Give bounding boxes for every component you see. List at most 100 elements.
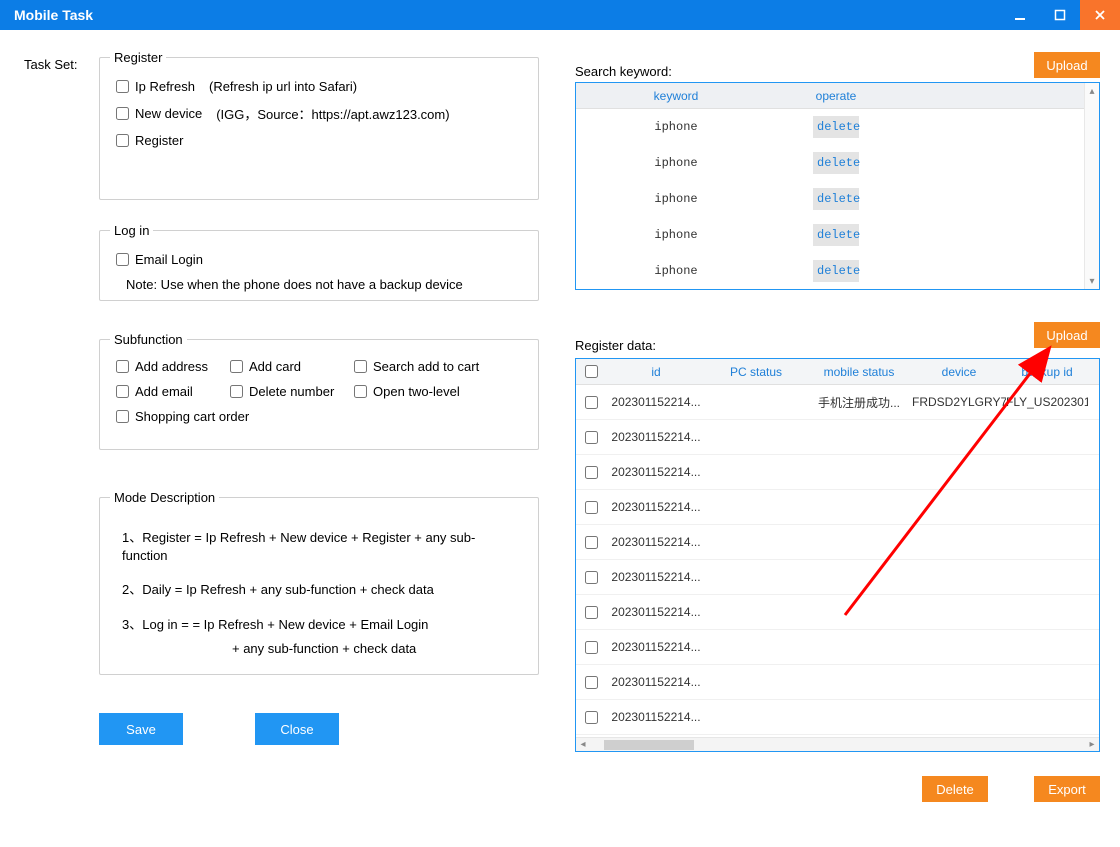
keyword-scrollbar[interactable]: ▴ ▾ <box>1084 83 1099 289</box>
row-checkbox[interactable] <box>585 501 598 514</box>
keyword-cell: iphone <box>576 228 776 242</box>
register-row: 202301152214...手机注册成功...FRDSD2YLGRY7FLY_… <box>576 385 1099 420</box>
window-title: Mobile Task <box>14 7 93 23</box>
keyword-row: iphone delete <box>576 109 1099 145</box>
mode-line-2: 2、Daily = Ip Refresh + any sub-function … <box>122 581 520 599</box>
search-add-to-cart-label: Search add to cart <box>373 359 479 374</box>
ip-refresh-checkbox[interactable] <box>116 80 129 93</box>
col-operate[interactable]: operate <box>776 83 896 108</box>
add-address-label: Add address <box>135 359 208 374</box>
col-keyword[interactable]: keyword <box>576 83 776 108</box>
col-device[interactable]: device <box>912 365 1006 379</box>
delete-number-label: Delete number <box>249 384 334 399</box>
close-button[interactable]: Close <box>255 713 339 745</box>
col-mobile[interactable]: mobile status <box>806 365 912 379</box>
new-device-checkbox[interactable] <box>116 107 129 120</box>
email-login-label: Email Login <box>135 252 203 267</box>
save-button[interactable]: Save <box>99 713 183 745</box>
register-data-table: id PC status mobile status device backup… <box>575 358 1100 752</box>
register-legend: Register <box>110 50 166 65</box>
search-keyword-label: Search keyword: <box>575 64 672 79</box>
keyword-cell: iphone <box>576 120 776 134</box>
keyword-delete-button[interactable]: delete <box>813 224 859 246</box>
upload-register-button[interactable]: Upload <box>1034 322 1100 348</box>
add-card-checkbox[interactable] <box>230 360 243 373</box>
new-device-label: New device <box>135 106 202 121</box>
keyword-row: iphone delete <box>576 217 1099 253</box>
search-add-to-cart-checkbox[interactable] <box>354 360 367 373</box>
keyword-delete-button[interactable]: delete <box>813 260 859 282</box>
delete-number-checkbox[interactable] <box>230 385 243 398</box>
delete-button[interactable]: Delete <box>922 776 988 802</box>
keyword-cell: iphone <box>576 192 776 206</box>
register-row: 202301152214... <box>576 595 1099 630</box>
register-row: 202301152214... <box>576 630 1099 665</box>
scroll-thumb[interactable] <box>604 740 694 750</box>
keyword-row: iphone delete <box>576 253 1099 289</box>
keyword-delete-button[interactable]: delete <box>813 116 859 138</box>
login-legend: Log in <box>110 223 153 238</box>
mode-line-1: 1、Register = Ip Refresh + New device + R… <box>122 529 520 565</box>
email-login-checkbox[interactable] <box>116 253 129 266</box>
register-data-header: id PC status mobile status device backup… <box>576 359 1099 385</box>
row-checkbox[interactable] <box>585 396 598 409</box>
row-checkbox[interactable] <box>585 431 598 444</box>
add-address-checkbox[interactable] <box>116 360 129 373</box>
select-all-checkbox[interactable] <box>585 365 598 378</box>
col-pc[interactable]: PC status <box>706 365 806 379</box>
row-checkbox[interactable] <box>585 641 598 654</box>
cell-id: 202301152214... <box>606 605 706 619</box>
cell-id: 202301152214... <box>606 710 706 724</box>
keyword-cell: iphone <box>576 156 776 170</box>
row-checkbox[interactable] <box>585 676 598 689</box>
upload-keyword-button[interactable]: Upload <box>1034 52 1100 78</box>
scroll-down-icon[interactable]: ▾ <box>1085 273 1099 289</box>
cell-id: 202301152214... <box>606 500 706 514</box>
register-hscrollbar[interactable]: ◂ ▸ <box>576 737 1099 751</box>
register-group: Register Ip Refresh (Refresh ip url into… <box>99 50 539 200</box>
keyword-row: iphone delete <box>576 181 1099 217</box>
scroll-right-icon[interactable]: ▸ <box>1085 739 1099 750</box>
row-checkbox[interactable] <box>585 536 598 549</box>
register-row: 202301152214... <box>576 420 1099 455</box>
close-window-button[interactable] <box>1080 0 1120 30</box>
mode-line-3a: 3、Log in = = Ip Refresh + New device + E… <box>122 616 520 634</box>
cell-id: 202301152214... <box>606 395 706 409</box>
keyword-row: iphone delete <box>576 145 1099 181</box>
cell-id: 202301152214... <box>606 535 706 549</box>
keyword-delete-button[interactable]: delete <box>813 152 859 174</box>
ip-refresh-label: Ip Refresh <box>135 79 195 94</box>
row-checkbox[interactable] <box>585 606 598 619</box>
subfunction-group: Subfunction Add address Add card Search … <box>99 332 539 450</box>
scroll-left-icon[interactable]: ◂ <box>576 739 590 750</box>
subfunction-legend: Subfunction <box>110 332 187 347</box>
register-row: 202301152214... <box>576 490 1099 525</box>
register-row: 202301152214... <box>576 665 1099 700</box>
open-two-level-checkbox[interactable] <box>354 385 367 398</box>
col-id[interactable]: id <box>606 365 706 379</box>
task-set-label: Task Set: <box>24 57 77 72</box>
cell-id: 202301152214... <box>606 570 706 584</box>
keyword-delete-button[interactable]: delete <box>813 188 859 210</box>
shopping-cart-order-checkbox[interactable] <box>116 410 129 423</box>
maximize-button[interactable] <box>1040 0 1080 30</box>
register-label: Register <box>135 133 183 148</box>
col-backup[interactable]: backup id <box>1006 365 1088 379</box>
new-device-hint: (IGG，Source：https://apt.awz123.com) <box>216 104 449 123</box>
row-checkbox[interactable] <box>585 711 598 724</box>
keyword-cell: iphone <box>576 264 776 278</box>
row-checkbox[interactable] <box>585 466 598 479</box>
register-row: 202301152214... <box>576 560 1099 595</box>
open-two-level-label: Open two-level <box>373 384 460 399</box>
add-email-checkbox[interactable] <box>116 385 129 398</box>
register-checkbox[interactable] <box>116 134 129 147</box>
export-button[interactable]: Export <box>1034 776 1100 802</box>
minimize-button[interactable] <box>1000 0 1040 30</box>
cell-id: 202301152214... <box>606 430 706 444</box>
register-row: 202301152214... <box>576 700 1099 735</box>
row-checkbox[interactable] <box>585 571 598 584</box>
cell-id: 202301152214... <box>606 640 706 654</box>
add-email-label: Add email <box>135 384 193 399</box>
mode-legend: Mode Description <box>110 490 219 505</box>
scroll-up-icon[interactable]: ▴ <box>1085 83 1099 99</box>
